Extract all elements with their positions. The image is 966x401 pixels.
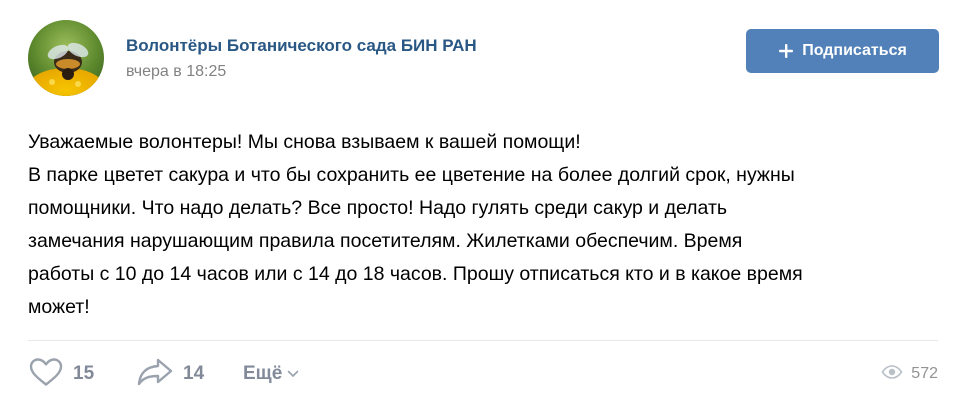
more-button[interactable]: Ещё xyxy=(243,358,299,390)
post-timestamp[interactable]: вчера в 18:25 xyxy=(126,63,226,81)
more-label: Ещё xyxy=(243,363,283,384)
footer-divider xyxy=(28,340,938,341)
post-text: Уважаемые волонтеры! Мы снова взываем к … xyxy=(28,126,938,324)
post-text-line: замечания нарушающим правила посетителям… xyxy=(28,230,743,252)
views-counter: 572 xyxy=(881,358,938,390)
post-text-line: помощники. Что надо делать? Все просто! … xyxy=(28,197,728,219)
eye-icon xyxy=(881,364,903,384)
group-avatar[interactable] xyxy=(28,20,104,96)
post-text-line: работы с 10 до 14 часов или с 14 до 18 ч… xyxy=(28,263,803,285)
group-name-link[interactable]: Волонтёры Ботанического сада БИН РАН xyxy=(126,36,477,56)
subscribe-button-label: Подписаться xyxy=(802,42,907,59)
share-arrow-icon xyxy=(136,357,174,392)
heart-icon xyxy=(28,357,64,392)
like-button[interactable]: 15 xyxy=(28,357,95,392)
chevron-down-icon xyxy=(287,365,299,383)
post-text-line: В парке цветет сакура и что бы сохранить… xyxy=(28,164,795,186)
post-text-line: Уважаемые волонтеры! Мы снова взываем к … xyxy=(28,131,581,153)
share-count: 14 xyxy=(183,363,205,384)
plus-icon xyxy=(778,43,794,59)
bee-on-flower-image xyxy=(28,20,104,96)
share-button[interactable]: 14 xyxy=(136,358,204,390)
views-count: 572 xyxy=(911,365,938,382)
post-text-line: может! xyxy=(28,296,90,318)
like-count: 15 xyxy=(73,363,95,384)
subscribe-button[interactable]: Подписаться xyxy=(746,29,939,73)
